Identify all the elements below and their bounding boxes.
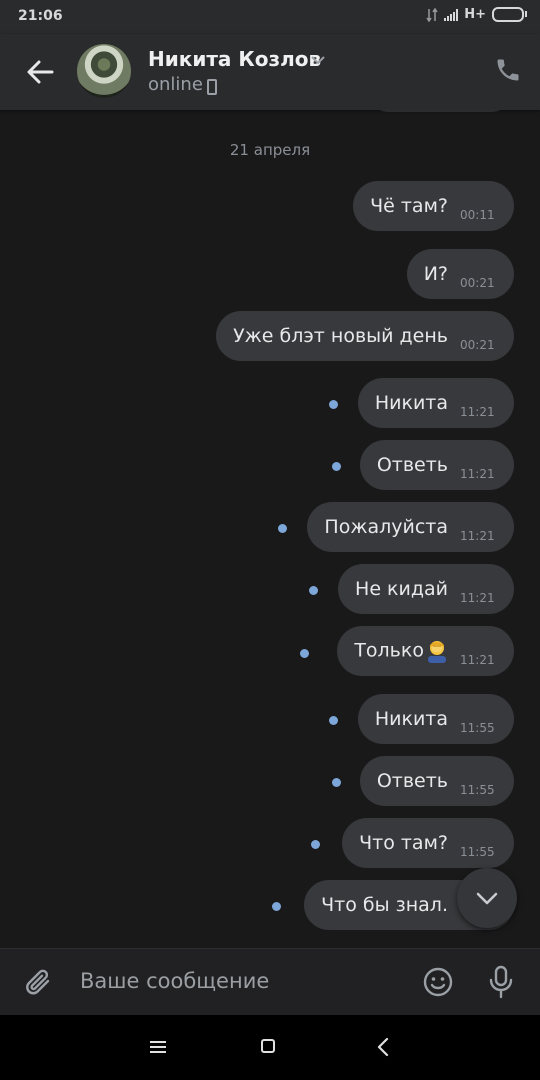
- battery-icon: [492, 7, 527, 22]
- system-nav-bar: [0, 1015, 540, 1080]
- unread-dot: [309, 586, 318, 595]
- unread-dot: [332, 778, 341, 787]
- message-text-value: Только: [354, 639, 424, 662]
- message-bubble[interactable]: Чё там? 00:11: [353, 181, 514, 231]
- network-type: H+: [464, 7, 486, 22]
- previous-message-stub: [370, 110, 510, 112]
- mic-icon[interactable]: [488, 965, 514, 999]
- emoji-icon[interactable]: [422, 966, 454, 998]
- facepalm-emoji-icon: [428, 641, 446, 663]
- chat-header: Никита Козлов online: [0, 34, 540, 110]
- message-text: Что бы знал.: [321, 894, 448, 916]
- back-arrow-icon[interactable]: [24, 56, 56, 88]
- message-text: Чё там?: [370, 195, 448, 217]
- message-bubble[interactable]: Не кидай 11:21: [338, 564, 514, 614]
- contact-status: online: [148, 74, 203, 95]
- message-text: Уже блэт новый день: [233, 325, 448, 347]
- message-time: 00:21: [460, 337, 495, 352]
- menu-icon[interactable]: [150, 1040, 166, 1054]
- date-separator: 21 апреля: [229, 141, 311, 159]
- message-time: 11:21: [460, 590, 495, 605]
- avatar[interactable]: [77, 44, 131, 98]
- message-bubble[interactable]: Никита 11:55: [357, 694, 514, 744]
- message-time: 11:21: [460, 528, 495, 543]
- message-time: 11:21: [460, 404, 495, 419]
- message-composer: Ваше сообщение: [0, 948, 540, 1016]
- scroll-down-button[interactable]: [457, 868, 517, 928]
- message-text: Не кидай: [355, 578, 448, 600]
- message-text: Только: [354, 638, 448, 664]
- unread-dot: [332, 462, 341, 471]
- message-text: Что там?: [359, 832, 448, 854]
- message-time: 00:21: [460, 275, 495, 290]
- message-text: Никита: [374, 392, 448, 414]
- message-time: 11:55: [460, 720, 495, 735]
- signal-icon: [444, 8, 459, 21]
- message-bubble[interactable]: Ответь 11:21: [359, 440, 514, 490]
- message-time: 00:11: [460, 207, 495, 222]
- message-bubble[interactable]: Ответь 11:55: [359, 756, 514, 806]
- contact-name[interactable]: Никита Козлов: [148, 47, 321, 71]
- message-bubble[interactable]: Пожалуйста 11:21: [307, 502, 514, 552]
- unread-dot: [300, 649, 309, 658]
- message-time: 11:21: [460, 466, 495, 481]
- attach-icon[interactable]: [24, 967, 54, 999]
- message-time: 11:55: [460, 782, 495, 797]
- message-list[interactable]: 21 апреля Чё там? 00:11 И? 00:21 Уже блэ…: [0, 110, 540, 948]
- message-bubble[interactable]: Что там? 11:55: [342, 818, 514, 868]
- phone-icon[interactable]: [494, 56, 522, 84]
- unread-dot: [272, 902, 281, 911]
- message-bubble[interactable]: Только 11:21: [337, 626, 514, 676]
- status-bar: 21:06 H+: [0, 0, 540, 34]
- message-text: И?: [423, 263, 448, 285]
- message-input[interactable]: Ваше сообщение: [80, 969, 269, 993]
- unread-dot: [329, 400, 338, 409]
- mobile-device-icon: [207, 79, 217, 95]
- message-text: Ответь: [376, 454, 448, 476]
- unread-dot: [311, 840, 320, 849]
- nav-back-icon[interactable]: [376, 1037, 390, 1057]
- message-time: 11:21: [460, 652, 495, 667]
- message-text: Никита: [374, 708, 448, 730]
- message-time: 11:55: [460, 844, 495, 859]
- message-text: Ответь: [376, 770, 448, 792]
- chevron-down-icon[interactable]: [310, 54, 326, 66]
- message-text: Пожалуйста: [324, 516, 448, 538]
- home-icon[interactable]: [261, 1039, 275, 1053]
- unread-dot: [329, 716, 338, 725]
- status-time: 21:06: [18, 8, 63, 24]
- message-bubble[interactable]: Уже блэт новый день 00:21: [216, 311, 514, 361]
- message-bubble[interactable]: Никита 11:21: [357, 378, 514, 428]
- unread-dot: [278, 524, 287, 533]
- data-arrows-icon: [426, 7, 438, 22]
- message-bubble[interactable]: И? 00:21: [406, 249, 514, 299]
- status-icons: H+: [426, 7, 527, 22]
- scroll-down-icon: [476, 892, 498, 905]
